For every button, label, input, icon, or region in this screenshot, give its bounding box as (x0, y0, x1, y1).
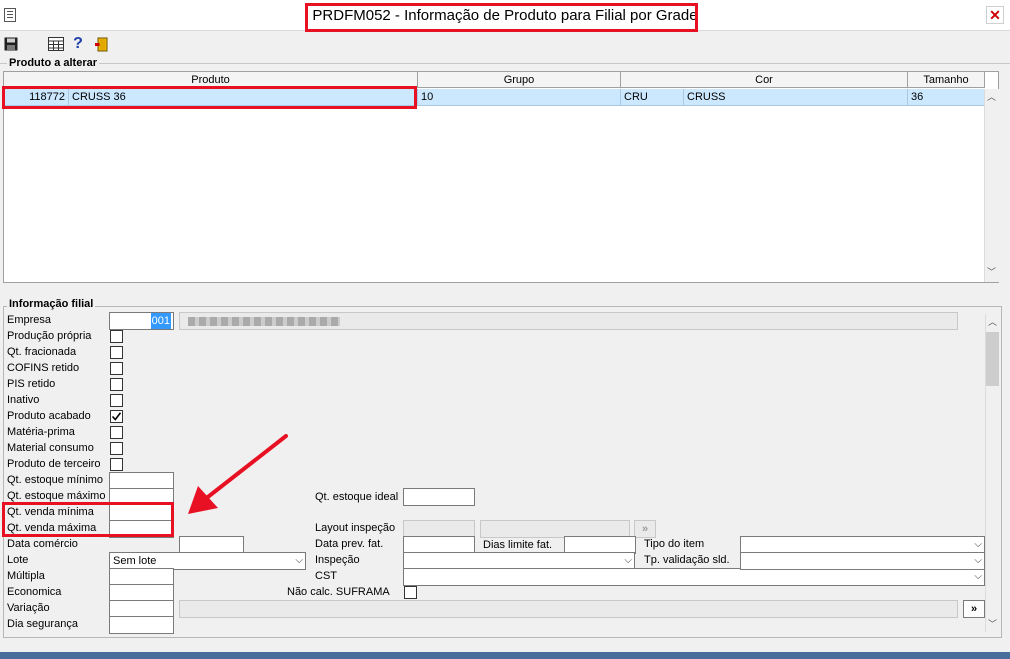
dia-seguranca-input[interactable] (109, 616, 174, 634)
empresa-name-redacted (188, 317, 340, 326)
data-comercio-label: Data comércio (7, 538, 78, 550)
dia-seguranca-label: Dia segurança (7, 618, 78, 630)
grid-separator (0, 63, 1010, 64)
section-produto-a-alterar: Produto a alterar (7, 57, 100, 69)
window-bottom-edge (0, 652, 1010, 659)
inspecao-label: Inspeção (315, 554, 360, 566)
grid-scrollbar[interactable] (984, 89, 999, 282)
tipo-do-item-label: Tipo do item (644, 538, 705, 550)
qt-estoque-minimo-label: Qt. estoque mínimo (7, 474, 103, 486)
qt-fracionada-label: Qt. fracionada (7, 346, 77, 358)
tp-validacao-sld-select[interactable]: ⌵ (740, 552, 985, 570)
inativo-label: Inativo (7, 394, 40, 406)
produto-acabado-checkbox[interactable] (110, 410, 123, 423)
pis-retido-checkbox[interactable] (110, 378, 123, 391)
materia-prima-label: Matéria-prima (7, 426, 75, 438)
grid-header-grupo[interactable]: Grupo (418, 72, 621, 88)
material-consumo-checkbox[interactable] (110, 442, 123, 455)
nao-calc-suframa-label: Não calc. SUFRAMA (287, 586, 390, 598)
materia-prima-checkbox[interactable] (110, 426, 123, 439)
grid-cell-cor-code[interactable]: CRU (621, 89, 684, 106)
info-scroll-down-icon[interactable]: ﹀ (985, 617, 1000, 632)
title-annotation-box (305, 3, 698, 32)
lote-chevron-down-icon: ⌵ (295, 555, 303, 566)
cofins-retido-label: COFINS retido (7, 362, 80, 374)
grid-scroll-down-icon[interactable]: ﹀ (984, 265, 999, 280)
grid-scroll-up-icon[interactable]: ︿ (984, 90, 999, 105)
produto-annotation-box (2, 86, 417, 109)
exit-door-icon[interactable] (94, 37, 110, 53)
pis-retido-label: PIS retido (7, 378, 56, 390)
tipo-do-item-chevron-down-icon: ⌵ (974, 539, 982, 550)
qt-estoque-ideal-input[interactable] (403, 488, 475, 506)
grid-header-tamanho[interactable]: Tamanho (908, 72, 985, 88)
produto-acabado-label: Produto acabado (7, 410, 91, 422)
producao-propria-label: Produção própria (7, 330, 92, 342)
save-icon[interactable] (3, 37, 19, 53)
layout-inspecao-label: Layout inspeção (315, 522, 396, 534)
cofins-retido-checkbox[interactable] (110, 362, 123, 375)
qt-fracionada-checkbox[interactable] (110, 346, 123, 359)
lote-value: Sem lote (113, 555, 157, 567)
empresa-name-field (179, 312, 958, 330)
info-scroll-up-icon[interactable]: ︿ (985, 315, 1000, 330)
calculator-icon[interactable] (48, 37, 64, 53)
cst-label: CST (315, 570, 337, 582)
section-informacao-filial: Informação filial (7, 298, 96, 310)
nao-calc-suframa-checkbox[interactable] (404, 586, 417, 599)
grid-cell-cor-name[interactable]: CRUSS (684, 89, 908, 106)
variacao-browse-button[interactable]: » (963, 600, 985, 618)
checkmark-icon (111, 412, 122, 421)
cst-select[interactable]: ⌵ (403, 568, 985, 586)
help-icon[interactable]: ? (70, 36, 86, 52)
qt-venda-annotation-box (2, 502, 174, 537)
toolbar (0, 33, 1010, 55)
empresa-label: Empresa (7, 314, 52, 326)
produto-de-terceiro-label: Produto de terceiro (7, 458, 101, 470)
grid-cell-tamanho[interactable]: 36 (908, 89, 985, 106)
cst-chevron-down-icon: ⌵ (974, 571, 982, 582)
annotation-arrow (188, 434, 288, 514)
multipla-label: Múltipla (7, 570, 45, 582)
variacao-description-field (179, 600, 958, 618)
produto-de-terceiro-checkbox[interactable] (110, 458, 123, 471)
empresa-code-field[interactable]: 001 (109, 312, 174, 330)
dias-limite-fat-label: Dias limite fat. (483, 539, 553, 551)
inspecao-chevron-down-icon: ⌵ (624, 555, 632, 566)
economica-label: Economica (7, 586, 62, 598)
material-consumo-label: Material consumo (7, 442, 94, 454)
inativo-checkbox[interactable] (110, 394, 123, 407)
lote-label: Lote (7, 554, 29, 566)
grid-header-cor[interactable]: Cor (621, 72, 908, 88)
qt-estoque-ideal-label: Qt. estoque ideal (315, 491, 399, 503)
tp-validacao-sld-chevron-down-icon: ⌵ (974, 555, 982, 566)
tp-validacao-sld-label: Tp. validação sld. (644, 554, 730, 566)
grid-cell-grupo[interactable]: 10 (418, 89, 621, 106)
close-button[interactable]: ✕ (986, 6, 1004, 24)
producao-propria-checkbox[interactable] (110, 330, 123, 343)
info-scroll-thumb[interactable] (986, 332, 999, 386)
variacao-label: Variação (7, 602, 50, 614)
empresa-code-value: 001 (150, 313, 171, 329)
data-prev-fat-label: Data prev. fat. (315, 538, 384, 550)
